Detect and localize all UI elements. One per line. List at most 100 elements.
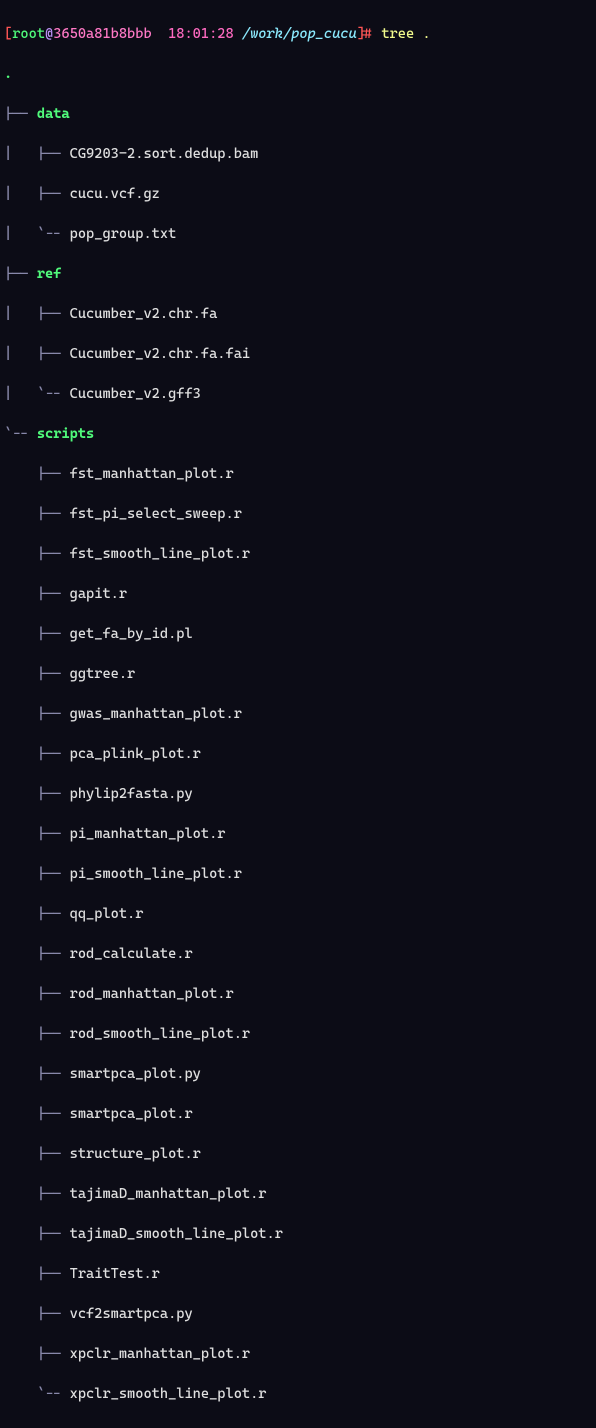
file-name: cucu.vcf.gz <box>70 186 160 202</box>
file-name: gwas_manhattan_plot.r <box>70 706 242 722</box>
tree-branch-icon: |-- <box>37 1066 70 1082</box>
file-name: tajimaD_smooth_line_plot.r <box>70 1226 283 1242</box>
tree-pad-icon <box>4 1346 37 1362</box>
tree-file-row: `-- xpclr_smooth_line_plot.r <box>4 1384 592 1404</box>
prompt-line[interactable]: [root@3650a81b8bbb 18:01:28 /work/pop_cu… <box>4 24 592 44</box>
prompt-host: 3650a81b8bbb <box>53 26 151 42</box>
tree-pad-icon <box>4 586 37 602</box>
tree-file-row: |-- gwas_manhattan_plot.r <box>4 704 592 724</box>
file-name: phylip2fasta.py <box>70 786 193 802</box>
tree-pad-icon <box>4 546 37 562</box>
tree-file-row: |-- fst_pi_select_sweep.r <box>4 504 592 524</box>
tree-root: . <box>4 64 592 84</box>
tree-file-row: | |-- CG9203-2.sort.dedup.bam <box>4 144 592 164</box>
tree-branch-icon: |-- <box>37 626 70 642</box>
tree-file-row: | `-- pop_group.txt <box>4 224 592 244</box>
dir-name: scripts <box>37 426 94 442</box>
tree-branch-icon: |-- <box>37 1266 70 1282</box>
tree-branch-icon: |-- <box>37 146 70 162</box>
tree-branch-icon: |-- <box>37 466 70 482</box>
prompt-hash: # <box>365 26 381 42</box>
root-dot: . <box>4 66 12 82</box>
prompt-user: root <box>12 26 45 42</box>
tree-pad-icon <box>4 466 37 482</box>
tree-file-row: |-- fst_smooth_line_plot.r <box>4 544 592 564</box>
tree-file-row: | |-- Cucumber_v2.chr.fa.fai <box>4 344 592 364</box>
tree-file-row: |-- fst_manhattan_plot.r <box>4 464 592 484</box>
file-name: fst_pi_select_sweep.r <box>70 506 242 522</box>
tree-pad-icon <box>4 666 37 682</box>
terminal-output[interactable]: [root@3650a81b8bbb 18:01:28 /work/pop_cu… <box>4 4 592 1424</box>
prompt-time: 18:01:28 <box>168 26 234 42</box>
tree-branch-icon: |-- <box>37 1026 70 1042</box>
tree-file-row: |-- structure_plot.r <box>4 1144 592 1164</box>
tree-pad-icon <box>4 826 37 842</box>
file-name: xpclr_smooth_line_plot.r <box>70 1386 267 1402</box>
tree-dir-row: |-- ref <box>4 264 592 284</box>
tree-branch-icon: |-- <box>37 1146 70 1162</box>
tree-pipe-icon: | <box>4 346 37 362</box>
tree-pad-icon <box>4 1146 37 1162</box>
tree-file-row: |-- rod_smooth_line_plot.r <box>4 1024 592 1044</box>
tree-pad-icon <box>4 946 37 962</box>
tree-pad-icon <box>4 986 37 1002</box>
tree-branch-icon: |-- <box>37 1306 70 1322</box>
tree-file-row: |-- pi_smooth_line_plot.r <box>4 864 592 884</box>
tree-file-row: |-- phylip2fasta.py <box>4 784 592 804</box>
tree-branch-icon: |-- <box>37 786 70 802</box>
tree-elbow-icon: `-- <box>37 386 70 402</box>
tree-branch-icon: |-- <box>37 1346 70 1362</box>
tree-pad-icon <box>4 746 37 762</box>
tree-file-row: |-- tajimaD_smooth_line_plot.r <box>4 1224 592 1244</box>
file-name: rod_manhattan_plot.r <box>70 986 234 1002</box>
tree-pipe-icon: | <box>4 146 37 162</box>
file-name: pi_smooth_line_plot.r <box>70 866 242 882</box>
file-name: rod_smooth_line_plot.r <box>70 1026 250 1042</box>
tree-file-row: |-- get_fa_by_id.pl <box>4 624 592 644</box>
tree-pipe-icon: | <box>4 226 37 242</box>
file-name: rod_calculate.r <box>70 946 193 962</box>
tree-branch-icon: |-- <box>37 946 70 962</box>
tree-file-row: | |-- cucu.vcf.gz <box>4 184 592 204</box>
tree-file-row: |-- xpclr_manhattan_plot.r <box>4 1344 592 1364</box>
tree-file-row: |-- pca_plink_plot.r <box>4 744 592 764</box>
tree-branch-icon: |-- <box>37 186 70 202</box>
file-name: vcf2smartpca.py <box>70 1306 193 1322</box>
tree-pipe-icon: | <box>4 186 37 202</box>
file-name: fst_smooth_line_plot.r <box>70 546 250 562</box>
file-name: get_fa_by_id.pl <box>70 626 193 642</box>
tree-file-row: |-- smartpca_plot.r <box>4 1104 592 1124</box>
tree-pad-icon <box>4 706 37 722</box>
tree-pad-icon <box>4 626 37 642</box>
tree-branch-icon: |-- <box>37 986 70 1002</box>
tree-file-row: |-- TraitTest.r <box>4 1264 592 1284</box>
tree-branch-icon: |-- <box>37 866 70 882</box>
tree-branch-icon: |-- <box>4 106 37 122</box>
tree-branch-icon: |-- <box>37 1106 70 1122</box>
file-name: CG9203-2.sort.dedup.bam <box>70 146 259 162</box>
tree-file-row: |-- smartpca_plot.py <box>4 1064 592 1084</box>
tree-file-row: |-- pi_manhattan_plot.r <box>4 824 592 844</box>
file-name: pop_group.txt <box>70 226 177 242</box>
tree-branch-icon: |-- <box>37 1186 70 1202</box>
tree-pad-icon <box>4 506 37 522</box>
tree-file-row: |-- tajimaD_manhattan_plot.r <box>4 1184 592 1204</box>
file-name: Cucumber_v2.gff3 <box>70 386 201 402</box>
tree-pad-icon <box>4 1226 37 1242</box>
file-name: pca_plink_plot.r <box>70 746 201 762</box>
tree-branch-icon: |-- <box>37 506 70 522</box>
file-name: structure_plot.r <box>70 1146 201 1162</box>
file-name: tajimaD_manhattan_plot.r <box>70 1186 267 1202</box>
tree-pad-icon <box>4 786 37 802</box>
tree-file-row: |-- ggtree.r <box>4 664 592 684</box>
file-name: pi_manhattan_plot.r <box>70 826 226 842</box>
tree-branch-icon: |-- <box>37 1226 70 1242</box>
file-name: xpclr_manhattan_plot.r <box>70 1346 250 1362</box>
tree-dir-row: `-- scripts <box>4 424 592 444</box>
tree-pipe-icon: | <box>4 306 37 322</box>
tree-file-row: |-- vcf2smartpca.py <box>4 1304 592 1324</box>
tree-branch-icon: |-- <box>37 346 70 362</box>
file-name: smartpca_plot.py <box>70 1066 201 1082</box>
tree-file-row: | `-- Cucumber_v2.gff3 <box>4 384 592 404</box>
tree-file-row: |-- rod_calculate.r <box>4 944 592 964</box>
